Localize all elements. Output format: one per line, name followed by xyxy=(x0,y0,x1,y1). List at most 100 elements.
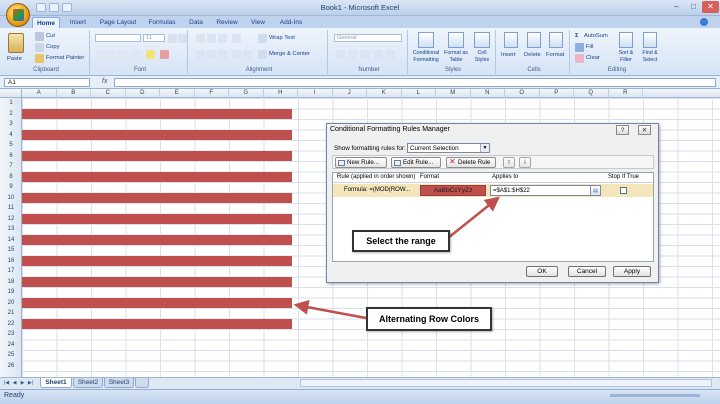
font-name-combo[interactable] xyxy=(95,34,141,42)
column-header-b[interactable]: B xyxy=(57,89,91,98)
align-top-icon[interactable] xyxy=(196,34,205,43)
row-header-4[interactable]: 4 xyxy=(0,130,22,141)
row-header-9[interactable]: 9 xyxy=(0,182,22,193)
last-sheet-icon[interactable]: ▶| xyxy=(27,379,34,387)
column-header-k[interactable]: K xyxy=(367,89,402,98)
delete-rule-button[interactable]: ✕ Delete Rule xyxy=(446,157,496,168)
cell-styles-button[interactable]: Cell Styles xyxy=(470,50,494,63)
shrink-font-icon[interactable] xyxy=(178,34,187,43)
tab-data[interactable]: Data xyxy=(185,17,207,28)
tab-page-layout[interactable]: Page Layout xyxy=(96,17,140,28)
insert-sheet-icon[interactable] xyxy=(135,378,149,388)
edit-rule-button[interactable]: Edit Rule... xyxy=(391,157,441,168)
increase-indent-icon[interactable] xyxy=(243,50,252,59)
dialog-close-button[interactable]: ✕ xyxy=(638,125,651,135)
column-header-q[interactable]: Q xyxy=(574,89,609,98)
column-header-e[interactable]: E xyxy=(160,89,195,98)
grow-font-icon[interactable] xyxy=(168,34,177,43)
font-color-icon[interactable] xyxy=(160,50,169,59)
row-header-12[interactable]: 12 xyxy=(0,214,22,225)
select-all-button[interactable] xyxy=(0,89,22,98)
italic-icon[interactable] xyxy=(107,50,116,59)
move-down-button[interactable]: ⇩ xyxy=(519,157,531,168)
sort-filter-button[interactable]: Sort & Filter xyxy=(614,50,638,63)
row-header-8[interactable]: 8 xyxy=(0,172,22,183)
row-header-11[interactable]: 11 xyxy=(0,203,22,214)
increase-decimal-icon[interactable] xyxy=(374,50,383,59)
new-rule-button[interactable]: New Rule... xyxy=(335,157,387,168)
tab-review[interactable]: Review xyxy=(212,17,242,28)
decrease-decimal-icon[interactable] xyxy=(386,50,395,59)
stop-if-true-checkbox[interactable] xyxy=(620,187,627,194)
decrease-indent-icon[interactable] xyxy=(232,50,241,59)
minimize-button[interactable]: – xyxy=(668,1,685,13)
column-header-m[interactable]: M xyxy=(436,89,471,98)
dialog-help-button[interactable]: ? xyxy=(616,125,629,135)
column-header-d[interactable]: D xyxy=(126,89,160,98)
comma-style-icon[interactable] xyxy=(360,50,369,59)
name-box[interactable]: A1 xyxy=(4,78,90,87)
tab-view[interactable]: View xyxy=(247,17,269,28)
column-header-p[interactable]: P xyxy=(540,89,574,98)
row-header-1[interactable]: 1 xyxy=(0,98,22,109)
row-header-26[interactable]: 26 xyxy=(0,361,22,372)
tab-add-ins[interactable]: Add-Ins xyxy=(276,17,306,28)
paste-icon[interactable] xyxy=(8,33,24,53)
paste-button[interactable]: Paste xyxy=(7,56,22,62)
row-header-24[interactable]: 24 xyxy=(0,340,22,351)
close-button[interactable]: ✕ xyxy=(702,1,719,13)
column-header-j[interactable]: J xyxy=(333,89,367,98)
next-sheet-icon[interactable]: ▶ xyxy=(19,379,26,387)
column-header-n[interactable]: N xyxy=(471,89,505,98)
maximize-button[interactable]: □ xyxy=(685,1,702,13)
row-header-20[interactable]: 20 xyxy=(0,298,22,309)
bold-icon[interactable] xyxy=(96,50,105,59)
column-header-o[interactable]: O xyxy=(505,89,540,98)
delete-cells-button[interactable]: Delete xyxy=(524,52,541,58)
sheet-tab-sheet3[interactable]: Sheet3 xyxy=(104,378,134,388)
cancel-button[interactable]: Cancel xyxy=(568,266,606,277)
sheet-tab-sheet1[interactable]: Sheet1 xyxy=(40,378,72,388)
column-header-c[interactable]: C xyxy=(91,89,126,98)
zoom-slider[interactable] xyxy=(610,394,700,397)
align-middle-icon[interactable] xyxy=(207,34,216,43)
merge-center-button[interactable]: Merge & Center xyxy=(269,51,310,57)
format-cells-button[interactable]: Format xyxy=(546,52,564,58)
currency-icon[interactable] xyxy=(336,50,345,59)
wrap-text-button[interactable]: Wrap Text xyxy=(269,35,295,41)
first-sheet-icon[interactable]: |◀ xyxy=(3,379,10,387)
row-header-18[interactable]: 18 xyxy=(0,277,22,288)
row-header-14[interactable]: 14 xyxy=(0,235,22,246)
row-header-5[interactable]: 5 xyxy=(0,140,22,151)
autosum-button[interactable]: AutoSum xyxy=(584,33,608,39)
align-center-icon[interactable] xyxy=(207,50,216,59)
row-header-25[interactable]: 25 xyxy=(0,350,22,361)
insert-cells-button[interactable]: Insert xyxy=(501,52,516,58)
tab-home[interactable]: Home xyxy=(32,17,60,28)
row-header-2[interactable]: 2 xyxy=(0,109,22,120)
column-header-a[interactable]: A xyxy=(22,89,57,98)
conditional-formatting-button[interactable]: Conditional Formatting xyxy=(408,50,444,63)
cut-button[interactable]: Cut xyxy=(46,33,55,39)
help-icon[interactable] xyxy=(700,18,708,26)
column-header-h[interactable]: H xyxy=(264,89,298,98)
borders-icon[interactable] xyxy=(132,50,141,59)
align-left-icon[interactable] xyxy=(196,50,205,59)
row-header-6[interactable]: 6 xyxy=(0,151,22,162)
formula-input[interactable] xyxy=(114,78,716,87)
row-header-13[interactable]: 13 xyxy=(0,224,22,235)
horizontal-scrollbar[interactable] xyxy=(300,379,712,387)
row-header-19[interactable]: 19 xyxy=(0,287,22,298)
apply-button[interactable]: Apply xyxy=(613,266,651,277)
tab-formulas[interactable]: Formulas xyxy=(145,17,179,28)
applies-to-input[interactable]: =$A$1:$H$22 xyxy=(490,185,592,196)
tab-insert[interactable]: Insert xyxy=(66,17,90,28)
column-header-r[interactable]: R xyxy=(609,89,643,98)
number-format-combo[interactable]: General xyxy=(334,34,402,42)
move-up-button[interactable]: ⇧ xyxy=(503,157,515,168)
column-header-g[interactable]: G xyxy=(229,89,264,98)
column-header-i[interactable]: I xyxy=(298,89,333,98)
format-as-table-button[interactable]: Format as Table xyxy=(443,50,469,63)
insert-function-button[interactable]: fx xyxy=(102,78,107,85)
ok-button[interactable]: OK xyxy=(526,266,558,277)
